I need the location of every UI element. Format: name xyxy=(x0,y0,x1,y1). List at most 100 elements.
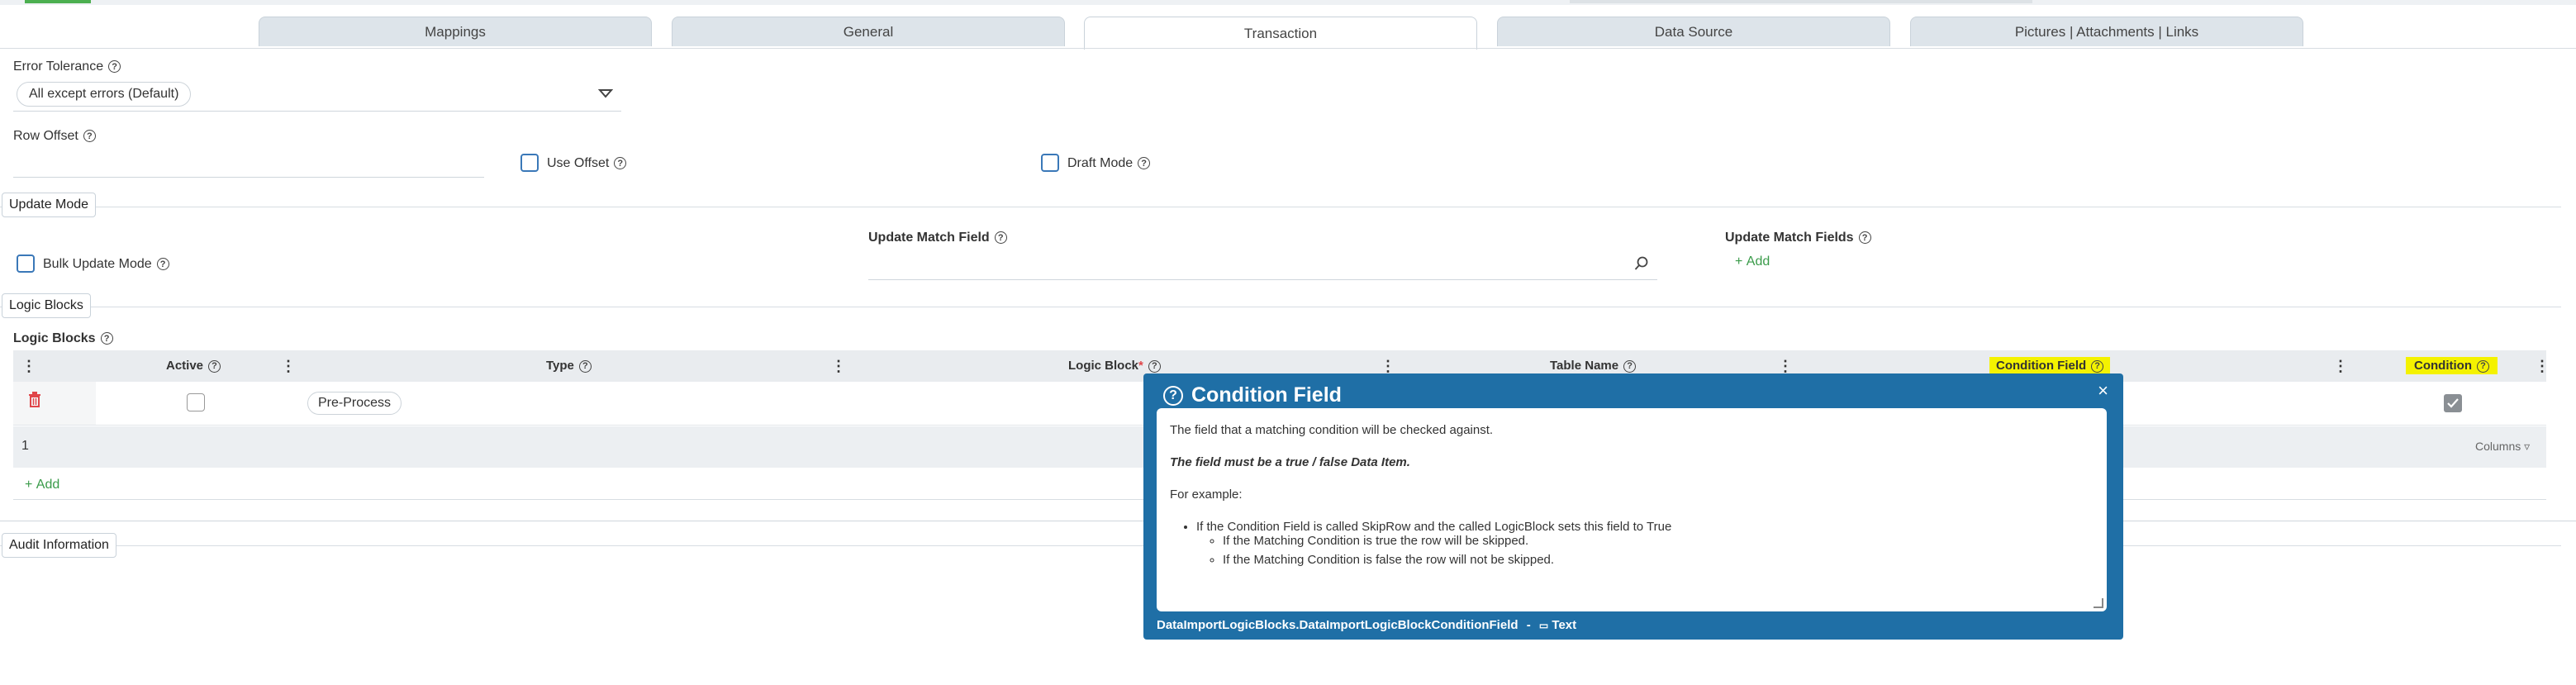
error-tolerance-select[interactable]: All except errors (Default) xyxy=(17,82,192,107)
column-header-condition-field[interactable]: Condition Field? xyxy=(1989,357,2111,374)
row-count: 1 xyxy=(21,439,29,453)
search-icon[interactable] xyxy=(1634,256,1649,275)
close-icon[interactable]: × xyxy=(2098,380,2108,402)
kebab-menu-icon[interactable]: ⋮ xyxy=(2333,358,2348,375)
row-offset-label-row: Row Offset? xyxy=(13,129,96,144)
column-header-table-name[interactable]: Table Name? xyxy=(1550,359,1637,373)
add-label: Add xyxy=(1746,254,1770,269)
tab-mappings[interactable]: Mappings xyxy=(259,17,652,46)
resize-handle-icon[interactable] xyxy=(2094,598,2103,608)
kebab-menu-icon[interactable]: ⋮ xyxy=(1778,358,1793,375)
kebab-menu-icon[interactable]: ⋮ xyxy=(1381,358,1395,375)
popup-example-list: If the Condition Field is called SkipRow… xyxy=(1170,520,2094,567)
help-icon: ? xyxy=(1163,385,1183,406)
error-tolerance-label: Error Tolerance xyxy=(13,59,104,74)
tab-divider xyxy=(0,48,2576,49)
popup-footer: DataImportLogicBlocks.DataImportLogicBlo… xyxy=(1157,618,1576,632)
use-offset-checkbox[interactable] xyxy=(520,154,539,172)
tab-general[interactable]: General xyxy=(672,17,1065,46)
draft-mode-checkbox[interactable] xyxy=(1041,154,1059,172)
column-header-condition[interactable]: Condition? xyxy=(2406,357,2498,374)
update-match-fields-label-row: Update Match Fields? xyxy=(1725,231,1871,245)
bulk-update-mode-label: Bulk Update Mode xyxy=(43,257,152,271)
list-item: If the Matching Condition is false the r… xyxy=(1223,553,2094,567)
bulk-update-label-row: Bulk Update Mode? xyxy=(43,257,169,272)
error-tolerance-label-row: Error Tolerance? xyxy=(13,59,121,74)
add-match-field-button[interactable]: + Add xyxy=(1735,254,1770,269)
check-icon xyxy=(2447,398,2459,408)
trash-icon[interactable] xyxy=(28,392,41,412)
help-icon[interactable]: ? xyxy=(1138,157,1151,170)
error-tolerance-underline xyxy=(13,111,621,112)
active-checkbox[interactable] xyxy=(187,393,205,411)
kebab-menu-icon[interactable]: ⋮ xyxy=(831,358,846,375)
use-offset-label: Use Offset xyxy=(547,156,610,170)
column-header-type[interactable]: Type? xyxy=(546,359,592,373)
footer-separator: - xyxy=(1526,618,1531,632)
help-icon[interactable]: ? xyxy=(994,231,1007,245)
tab-bar: Mappings General Transaction Data Source… xyxy=(0,17,2576,50)
help-icon[interactable]: ? xyxy=(1858,231,1871,245)
text-type-icon: ▭ xyxy=(1538,620,1549,631)
popup-title: ? Condition Field xyxy=(1163,383,1342,407)
list-item: If the Matching Condition is true the ro… xyxy=(1223,534,2094,548)
kebab-menu-icon[interactable]: ⋮ xyxy=(2535,358,2550,375)
list-item: If the Condition Field is called SkipRow… xyxy=(1196,520,2094,567)
help-icon[interactable]: ? xyxy=(614,157,627,170)
columns-button[interactable]: Columns ▿ xyxy=(2475,440,2530,454)
row-offset-label: Row Offset xyxy=(13,129,78,143)
bulk-update-mode-checkbox[interactable] xyxy=(17,254,35,273)
column-header-logic-block[interactable]: Logic Block*? xyxy=(1068,359,1161,373)
condition-checkbox[interactable] xyxy=(2444,394,2462,412)
popup-requirement: The field must be a true / false Data It… xyxy=(1170,455,1410,469)
logic-blocks-section-tag[interactable]: Logic Blocks xyxy=(2,293,91,318)
add-label: Add xyxy=(36,478,60,492)
draft-mode-label-row: Draft Mode? xyxy=(1067,156,1151,171)
add-logic-block-button[interactable]: + Add xyxy=(25,478,59,492)
update-match-field-input[interactable] xyxy=(868,253,1637,276)
field-type: Text xyxy=(1552,618,1577,632)
popup-body[interactable]: The field that a matching condition will… xyxy=(1157,408,2107,611)
field-path: DataImportLogicBlocks.DataImportLogicBlo… xyxy=(1157,618,1519,632)
row-offset-underline xyxy=(13,177,484,178)
help-icon[interactable]: ? xyxy=(108,60,121,74)
top-field xyxy=(1570,0,2032,3)
type-pill[interactable]: Pre-Process xyxy=(307,392,402,415)
use-offset-label-row: Use Offset? xyxy=(547,156,627,171)
chevron-down-icon[interactable] xyxy=(597,88,614,102)
type-value: Pre-Process xyxy=(318,396,392,410)
kebab-menu-icon[interactable]: ⋮ xyxy=(281,358,296,375)
help-icon[interactable]: ? xyxy=(208,359,221,373)
help-icon[interactable]: ? xyxy=(2091,359,2104,373)
top-strip xyxy=(0,0,2576,5)
row-actions-cell xyxy=(13,382,96,425)
help-icon[interactable]: ? xyxy=(2476,359,2489,373)
kebab-menu-icon[interactable]: ⋮ xyxy=(21,358,36,375)
update-match-field-label-row: Update Match Field? xyxy=(868,231,1007,245)
help-icon[interactable]: ? xyxy=(1623,359,1637,373)
popup-description: The field that a matching condition will… xyxy=(1170,423,1494,437)
tab-pictures-attachments-links[interactable]: Pictures | Attachments | Links xyxy=(1910,17,2303,46)
help-icon[interactable]: ? xyxy=(156,258,169,271)
column-header-active[interactable]: Active? xyxy=(166,359,221,373)
error-tolerance-value: All except errors (Default) xyxy=(29,87,179,101)
popup-example-label: For example: xyxy=(1170,488,1243,502)
top-save-indicator xyxy=(25,0,91,3)
help-icon[interactable]: ? xyxy=(100,332,113,345)
update-match-field-label: Update Match Field xyxy=(868,231,990,245)
help-icon[interactable]: ? xyxy=(83,130,96,143)
condition-field-help-popup: ? Condition Field × The field that a mat… xyxy=(1143,373,2123,640)
update-mode-section-tag[interactable]: Update Mode xyxy=(2,193,97,217)
logic-blocks-title-row: Logic Blocks? xyxy=(13,331,113,346)
row-offset-input[interactable] xyxy=(13,152,484,175)
update-match-field-underline xyxy=(868,279,1657,280)
audit-information-section-tag[interactable]: Audit Information xyxy=(2,533,116,558)
tab-transaction[interactable]: Transaction xyxy=(1084,17,1477,50)
tab-data-source[interactable]: Data Source xyxy=(1497,17,1890,46)
help-icon[interactable]: ? xyxy=(578,359,592,373)
draft-mode-label: Draft Mode xyxy=(1067,156,1134,170)
plus-icon: + xyxy=(1735,254,1743,269)
update-match-fields-label: Update Match Fields xyxy=(1725,231,1854,245)
chevron-down-icon: ▿ xyxy=(2524,440,2531,453)
help-icon[interactable]: ? xyxy=(1148,359,1161,373)
